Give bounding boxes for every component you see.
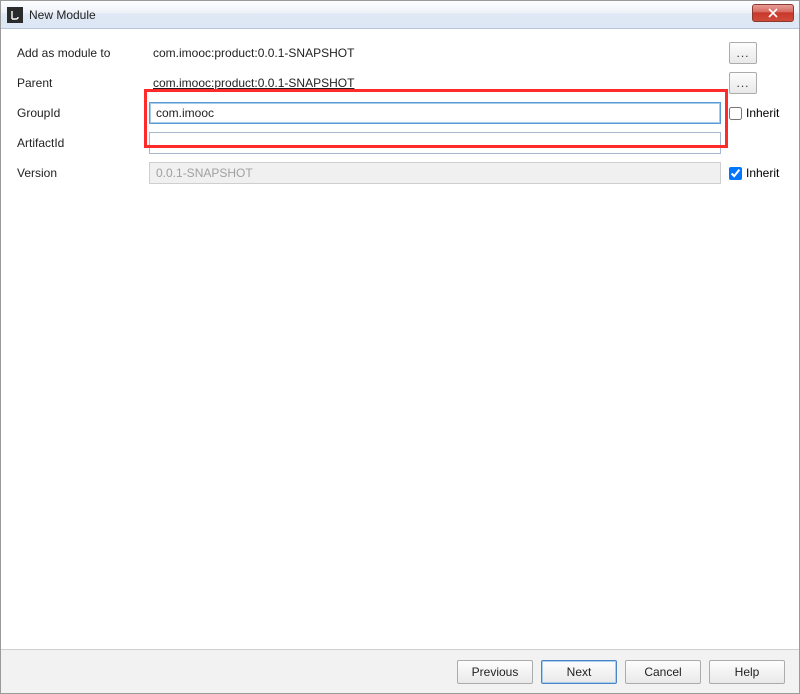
next-button[interactable]: Next bbox=[541, 660, 617, 684]
previous-button[interactable]: Previous bbox=[457, 660, 533, 684]
version-input bbox=[149, 162, 721, 184]
row-parent: Parent com.imooc:product:0.0.1-SNAPSHOT … bbox=[17, 71, 783, 95]
close-icon bbox=[768, 8, 778, 18]
wizard-button-bar: Previous Next Cancel Help bbox=[1, 649, 799, 693]
browse-add-as-module-button[interactable]: ... bbox=[729, 42, 757, 64]
window-title: New Module bbox=[29, 8, 96, 22]
label-artifactid: ArtifactId bbox=[17, 136, 149, 150]
titlebar: New Module bbox=[1, 1, 799, 29]
parent-text: com.imooc:product:0.0.1-SNAPSHOT bbox=[149, 76, 354, 90]
version-inherit-label: Inherit bbox=[746, 166, 779, 180]
close-button[interactable] bbox=[752, 4, 794, 22]
version-inherit-input[interactable] bbox=[729, 167, 742, 180]
add-as-module-text: com.imooc:product:0.0.1-SNAPSHOT bbox=[149, 46, 354, 60]
label-groupid: GroupId bbox=[17, 106, 149, 120]
cancel-button[interactable]: Cancel bbox=[625, 660, 701, 684]
version-inherit-checkbox[interactable]: Inherit bbox=[729, 166, 779, 180]
app-icon bbox=[7, 7, 23, 23]
row-groupid: GroupId Inherit bbox=[17, 101, 783, 125]
row-add-as-module: Add as module to com.imooc:product:0.0.1… bbox=[17, 41, 783, 65]
value-parent: com.imooc:product:0.0.1-SNAPSHOT bbox=[149, 76, 721, 90]
groupid-inherit-checkbox[interactable]: Inherit bbox=[729, 106, 779, 120]
value-add-as-module: com.imooc:product:0.0.1-SNAPSHOT bbox=[149, 46, 721, 60]
help-button[interactable]: Help bbox=[709, 660, 785, 684]
label-add-as-module: Add as module to bbox=[17, 46, 149, 60]
form-content: Add as module to com.imooc:product:0.0.1… bbox=[1, 29, 799, 185]
groupid-inherit-input[interactable] bbox=[729, 107, 742, 120]
label-parent: Parent bbox=[17, 76, 149, 90]
label-version: Version bbox=[17, 166, 149, 180]
groupid-input[interactable] bbox=[149, 102, 721, 124]
row-version: Version Inherit bbox=[17, 161, 783, 185]
browse-parent-button[interactable]: ... bbox=[729, 72, 757, 94]
row-artifactid: ArtifactId bbox=[17, 131, 783, 155]
groupid-inherit-label: Inherit bbox=[746, 106, 779, 120]
artifactid-input[interactable] bbox=[149, 132, 721, 154]
